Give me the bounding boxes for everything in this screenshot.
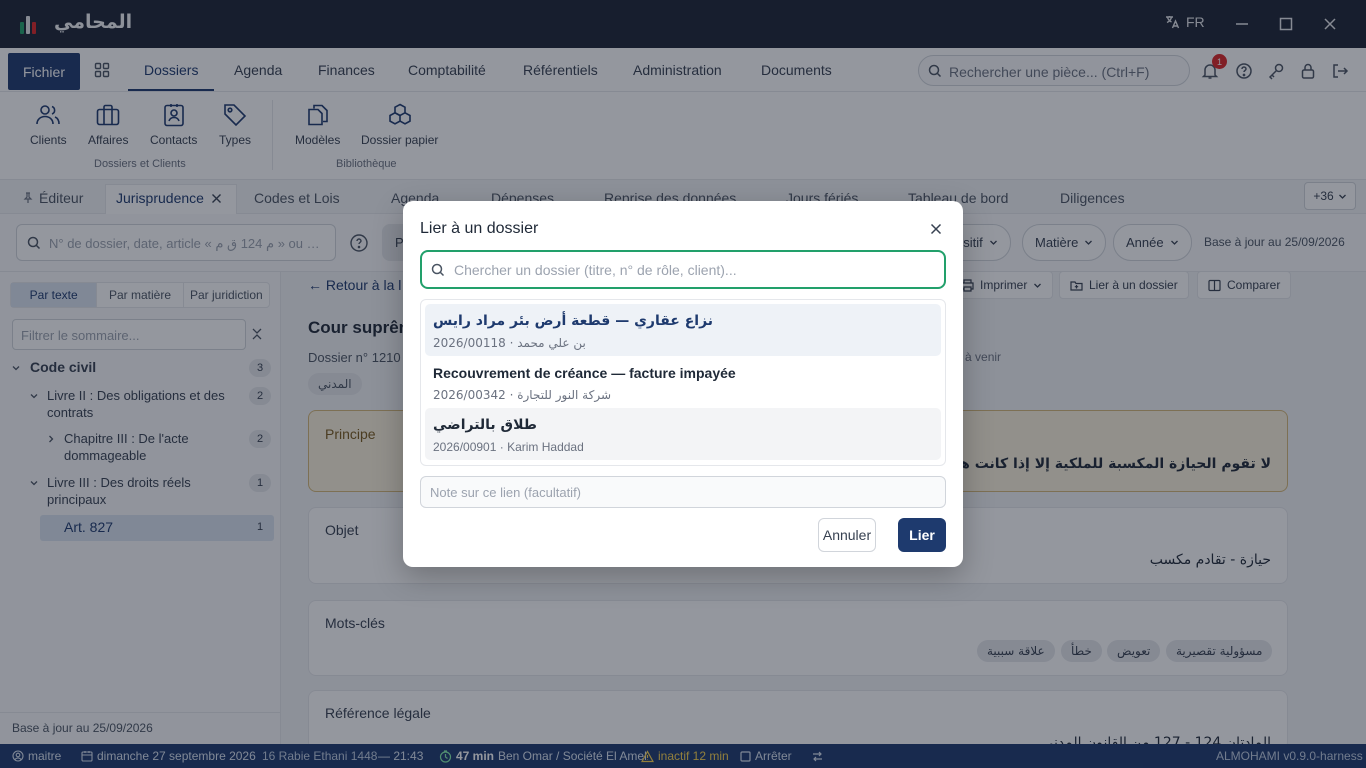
link-dossier-dialog: Lier à un dossier Chercher un dossier (t… (403, 201, 963, 567)
search-icon (431, 263, 445, 277)
dossier-result-item[interactable]: طلاق بالتراضي 2026/00901 · Karim Haddad (425, 408, 941, 460)
close-dialog-button[interactable] (927, 220, 945, 238)
dossier-search-placeholder: Chercher un dossier (titre, n° de rôle, … (454, 262, 737, 278)
link-note-input[interactable]: Note sur ce lien (facultatif) (420, 476, 946, 508)
close-icon (930, 223, 942, 235)
dossier-results-list: نزاع عقاري — قطعة أرض بئر مراد رايس 2026… (420, 299, 946, 466)
dossier-result-subtitle: 2026/00118 · بن علي محمد (433, 336, 586, 350)
dossier-result-title: نزاع عقاري — قطعة أرض بئر مراد رايس (433, 313, 714, 329)
link-button[interactable]: Lier (898, 518, 946, 552)
link-note-placeholder: Note sur ce lien (facultatif) (430, 485, 582, 500)
dossier-search-input[interactable]: Chercher un dossier (titre, n° de rôle, … (420, 250, 946, 289)
dossier-result-subtitle: 2026/00342 · شركة النور للتجارة (433, 388, 611, 402)
dossier-result-title: طلاق بالتراضي (433, 417, 537, 433)
dossier-result-subtitle: 2026/00901 · Karim Haddad (433, 440, 584, 454)
cancel-button[interactable]: Annuler (818, 518, 876, 552)
dossier-result-item[interactable]: Recouvrement de créance — facture impayé… (425, 356, 941, 408)
dossier-result-item[interactable]: نزاع عقاري — قطعة أرض بئر مراد رايس 2026… (425, 304, 941, 356)
dialog-title: Lier à un dossier (420, 220, 539, 237)
dossier-result-title: Recouvrement de créance — facture impayé… (433, 365, 736, 381)
